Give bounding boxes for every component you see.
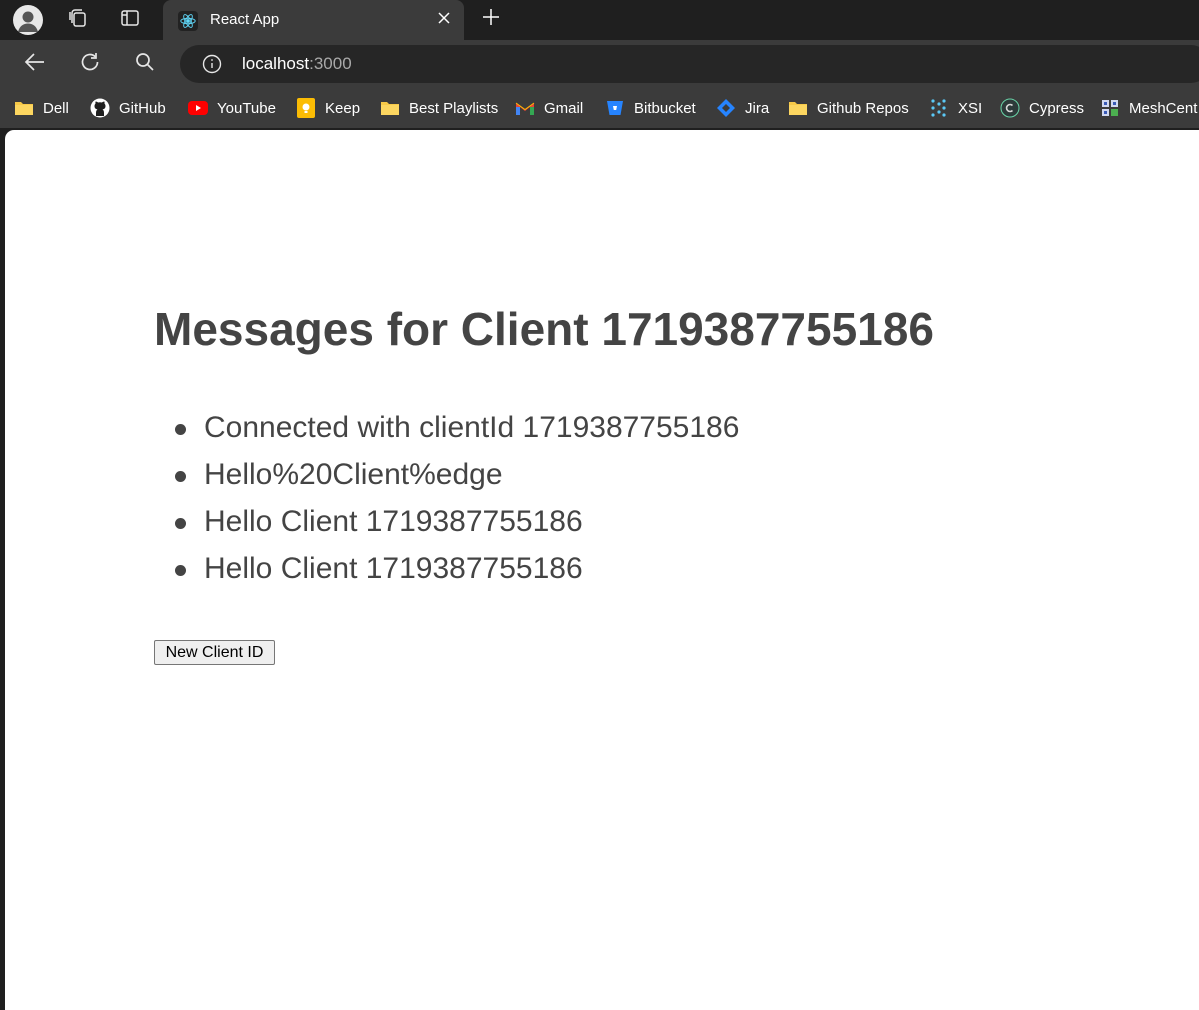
list-item: Hello%20Client%edge <box>154 455 739 502</box>
reload-button[interactable] <box>75 49 105 79</box>
youtube-icon <box>188 98 208 118</box>
meshcentral-icon <box>1100 98 1120 118</box>
bitbucket-icon <box>605 98 625 118</box>
close-tab-button[interactable] <box>433 9 455 31</box>
url-text: localhost:3000 <box>242 54 352 74</box>
jira-icon <box>716 98 736 118</box>
tab-title: React App <box>210 11 280 28</box>
github-icon <box>90 98 110 118</box>
folder-icon <box>380 98 400 118</box>
search-button[interactable] <box>130 49 160 79</box>
address-bar[interactable]: localhost:3000 <box>180 45 1199 83</box>
bookmark-label: Cypress <box>1029 99 1085 117</box>
tab-strip: React App <box>0 0 1199 40</box>
list-item: Hello Client 1719387755186 <box>154 549 739 596</box>
bookmark-label: Jira <box>745 99 770 117</box>
keep-icon <box>296 98 316 118</box>
bookmark-label: MeshCent <box>1129 99 1198 117</box>
new-tab-button[interactable] <box>478 6 504 32</box>
bookmark-label: Dell <box>43 99 69 117</box>
bookmark-label: Keep <box>325 99 361 117</box>
list-item: Connected with clientId 1719387755186 <box>154 408 739 455</box>
bookmark-bitbucket[interactable]: Bitbucket <box>605 97 696 119</box>
bookmark-jira[interactable]: Jira <box>716 97 769 119</box>
bookmark-gmail[interactable]: Gmail <box>515 97 583 119</box>
folder-icon <box>14 98 34 118</box>
site-info-icon[interactable] <box>202 54 222 74</box>
bookmark-label: Best Playlists <box>409 99 499 117</box>
bookmark-cypress[interactable]: Cypress <box>1000 97 1084 119</box>
xsi-icon <box>929 98 949 118</box>
gmail-icon <box>515 98 535 118</box>
page-viewport: Messages for Client 1719387755186 Connec… <box>5 130 1199 1010</box>
react-icon <box>178 11 198 31</box>
cypress-icon <box>1000 98 1020 118</box>
folder-icon <box>788 98 808 118</box>
bookmark-youtube[interactable]: YouTube <box>188 97 276 119</box>
bookmark-best-playlists[interactable]: Best Playlists <box>380 97 498 119</box>
bookmark-label: XSI <box>958 99 983 117</box>
vertical-tabs-button[interactable] <box>114 4 146 36</box>
vertical-tabs-icon <box>120 8 140 33</box>
browser-toolbar: localhost:3000 <box>0 40 1199 88</box>
page-title: Messages for Client 1719387755186 <box>154 303 934 355</box>
reload-icon <box>79 51 101 78</box>
bookmark-xsi[interactable]: XSI <box>929 97 982 119</box>
bookmark-label: YouTube <box>217 99 276 117</box>
back-arrow-icon <box>24 51 46 78</box>
back-button[interactable] <box>20 49 50 79</box>
bookmarks-bar: Dell GitHub YouTube Keep Best Playlists … <box>0 88 1199 128</box>
plus-icon <box>482 8 500 31</box>
url-port: :3000 <box>309 54 352 73</box>
new-client-id-button[interactable]: New Client ID <box>154 640 275 665</box>
collections-icon <box>67 7 89 34</box>
profile-button[interactable] <box>12 4 44 36</box>
url-host: localhost <box>242 54 310 73</box>
bookmark-github-repos[interactable]: Github Repos <box>788 97 909 119</box>
collections-button[interactable] <box>62 4 94 36</box>
close-icon <box>438 11 450 29</box>
search-icon <box>135 52 155 77</box>
profile-avatar-icon <box>13 5 43 35</box>
bookmark-github[interactable]: GitHub <box>90 97 166 119</box>
bookmark-dell[interactable]: Dell <box>14 97 69 119</box>
bookmark-keep[interactable]: Keep <box>296 97 360 119</box>
bookmark-label: GitHub <box>119 99 166 117</box>
bookmark-label: Bitbucket <box>634 99 696 117</box>
bookmark-label: Gmail <box>544 99 584 117</box>
active-tab[interactable]: React App <box>163 0 464 40</box>
list-item: Hello Client 1719387755186 <box>154 502 739 549</box>
message-list: Connected with clientId 1719387755186 He… <box>154 408 739 596</box>
bookmark-label: Github Repos <box>817 99 909 117</box>
bookmark-meshcentral[interactable]: MeshCent <box>1100 97 1197 119</box>
